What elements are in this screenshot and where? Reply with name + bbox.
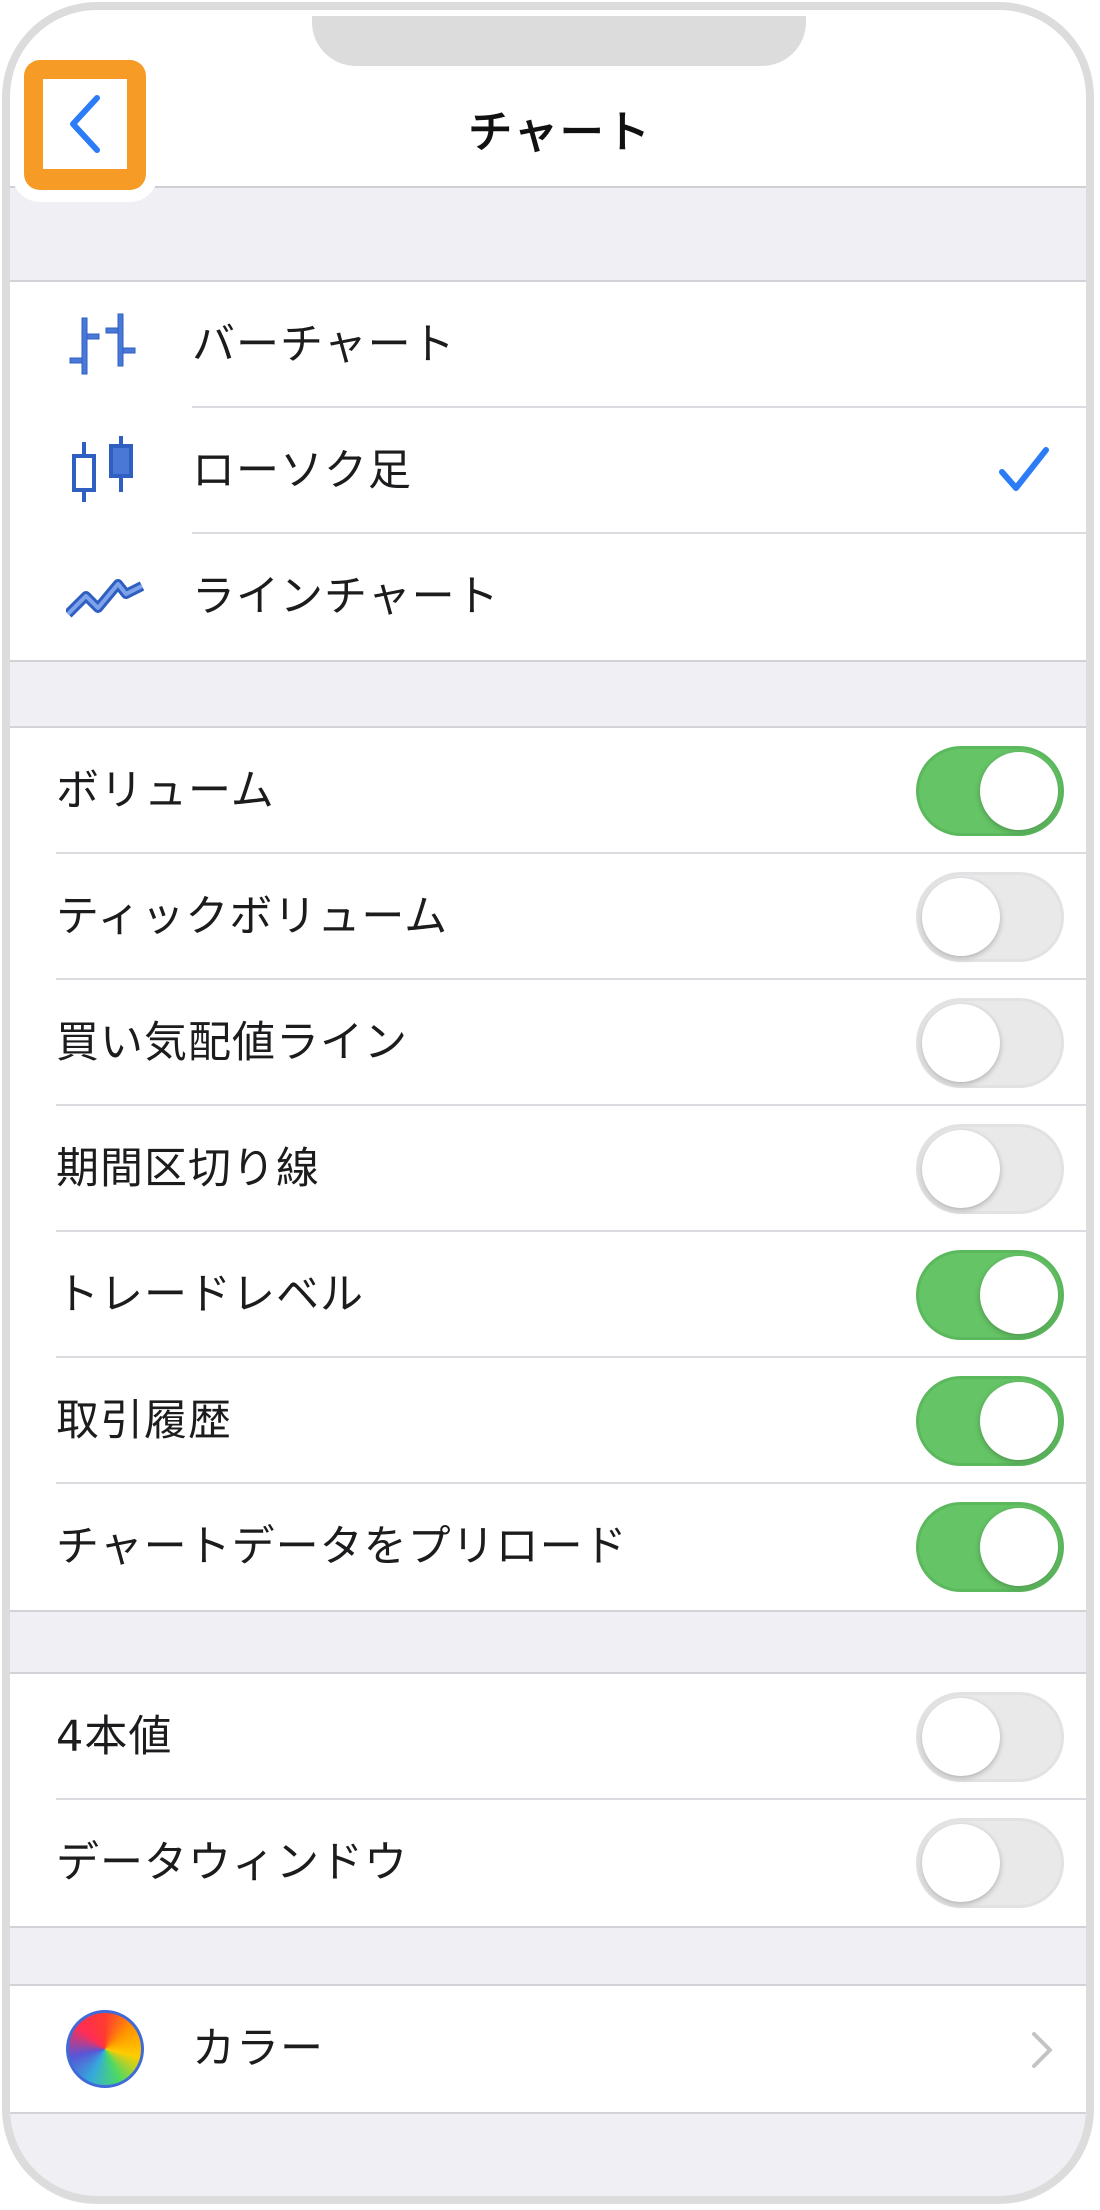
chart-type-label: ラインチャート bbox=[192, 572, 500, 622]
option-ask-line: 買い気配値ライン bbox=[10, 980, 1086, 1106]
option-label: チャートデータをプリロード bbox=[56, 1522, 628, 1572]
volume-toggle[interactable] bbox=[916, 746, 1064, 836]
option-label: ボリューム bbox=[56, 766, 275, 816]
phone-frame: チャート バーチャート ローソク足 ラインチャート ボリューム ティックボリュー… bbox=[2, 2, 1094, 2204]
option-label: 4本値 bbox=[56, 1712, 173, 1762]
toggle-knob bbox=[922, 1004, 1000, 1082]
option-trade-history: 取引履歴 bbox=[10, 1358, 1086, 1484]
device-notch bbox=[312, 16, 806, 66]
toggle-knob bbox=[922, 1130, 1000, 1208]
option-label: 取引履歴 bbox=[56, 1396, 232, 1446]
option-label: 買い気配値ライン bbox=[56, 1018, 408, 1068]
chart-type-label: ローソク足 bbox=[192, 446, 412, 496]
bar-chart-icon bbox=[69, 313, 136, 375]
chart-type-group: バーチャート ローソク足 ラインチャート bbox=[10, 280, 1086, 662]
chart-type-line[interactable]: ラインチャート bbox=[10, 534, 1086, 660]
candlestick-icon bbox=[72, 436, 133, 502]
option-label: データウィンドウ bbox=[56, 1838, 408, 1888]
chevron-right-icon bbox=[1032, 2032, 1052, 2068]
option-preload-chart-data: チャートデータをプリロード bbox=[10, 1484, 1086, 1610]
toggle-knob bbox=[980, 1508, 1058, 1586]
chart-type-label: バーチャート bbox=[192, 320, 456, 370]
display-options-group: ボリューム ティックボリューム 買い気配値ライン 期間区切り線 トレードレベル … bbox=[10, 726, 1086, 1612]
ohlc-toggle[interactable] bbox=[916, 1692, 1064, 1782]
option-volume: ボリューム bbox=[10, 728, 1086, 854]
option-label: ティックボリューム bbox=[56, 892, 449, 942]
chart-type-candlestick[interactable]: ローソク足 bbox=[10, 408, 1086, 534]
page-title: チャート bbox=[468, 107, 652, 158]
toggle-knob bbox=[922, 878, 1000, 956]
option-tick-volume: ティックボリューム bbox=[10, 854, 1086, 980]
option-label: 期間区切り線 bbox=[56, 1144, 320, 1194]
trade-history-toggle[interactable] bbox=[916, 1376, 1064, 1466]
toggle-knob bbox=[922, 1824, 1000, 1902]
toggle-knob bbox=[980, 752, 1058, 830]
toggle-knob bbox=[922, 1698, 1000, 1776]
period-separators-toggle[interactable] bbox=[916, 1124, 1064, 1214]
checkmark-icon bbox=[999, 447, 1049, 491]
toggle-knob bbox=[980, 1382, 1058, 1460]
option-data-window: データウィンドウ bbox=[10, 1800, 1086, 1926]
chart-type-bar[interactable]: バーチャート bbox=[10, 282, 1086, 408]
extra-options-group: 4本値 データウィンドウ bbox=[10, 1672, 1086, 1928]
preload-chart-data-toggle[interactable] bbox=[916, 1502, 1064, 1592]
option-period-separators: 期間区切り線 bbox=[10, 1106, 1086, 1232]
tick-volume-toggle[interactable] bbox=[916, 872, 1064, 962]
toggle-knob bbox=[980, 1256, 1058, 1334]
trade-levels-toggle[interactable] bbox=[916, 1250, 1064, 1340]
colors-label: カラー bbox=[192, 2024, 324, 2074]
colors-group: カラー bbox=[10, 1984, 1086, 2114]
option-label: トレードレベル bbox=[56, 1270, 364, 1320]
line-chart-icon bbox=[66, 579, 145, 618]
color-wheel-icon bbox=[66, 2010, 144, 2088]
option-trade-levels: トレードレベル bbox=[10, 1232, 1086, 1358]
ask-line-toggle[interactable] bbox=[916, 998, 1064, 1088]
colors-row[interactable]: カラー bbox=[10, 1986, 1086, 2112]
data-window-toggle[interactable] bbox=[916, 1818, 1064, 1908]
option-ohlc: 4本値 bbox=[10, 1674, 1086, 1800]
